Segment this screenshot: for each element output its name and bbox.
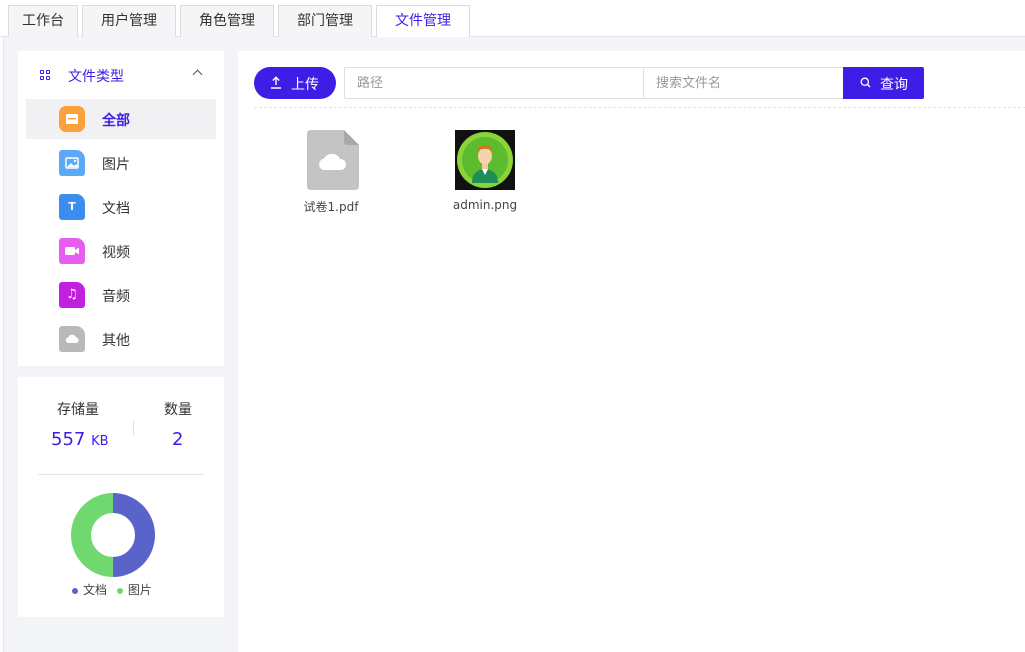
count-label: 数量 — [164, 402, 192, 418]
cloud-file-icon — [307, 130, 359, 190]
type-label-audio: 音频 — [102, 289, 130, 305]
legend-label-document: 文档 — [83, 583, 108, 597]
legend-item-document[interactable]: 文档 — [72, 583, 107, 597]
file-item-png[interactable]: admin.png — [430, 130, 530, 220]
folder-icon — [59, 106, 85, 132]
legend-item-image[interactable]: 图片 — [116, 583, 152, 597]
type-label-document: 文档 — [102, 201, 130, 217]
storage-label: 存储量 — [57, 402, 99, 418]
storage-value-group: 557 KB — [51, 429, 109, 450]
grid-icon — [40, 70, 51, 81]
file-name: 试卷1.pdf — [303, 200, 359, 214]
path-input[interactable] — [344, 67, 644, 99]
chart-legend: 文档 图片 — [72, 581, 158, 598]
tab-file-management[interactable]: 文件管理 — [376, 5, 470, 38]
count-value: 2 — [172, 429, 184, 450]
type-label-video: 视频 — [102, 245, 130, 261]
file-type-title: 文件类型 — [68, 69, 124, 85]
storage-unit: KB — [91, 434, 109, 449]
file-type-panel: 文件类型 全部 图片 T 文档 视频 ♫ 音频 其他 — [18, 51, 224, 366]
audio-file-icon: ♫ — [59, 282, 85, 308]
cloud-file-icon — [59, 326, 85, 352]
file-name: admin.png — [452, 198, 518, 212]
file-item-pdf[interactable]: 试卷1.pdf — [276, 130, 376, 220]
type-item-video[interactable]: 视频 — [26, 231, 216, 271]
type-label-image: 图片 — [102, 157, 130, 173]
file-type-header[interactable]: 文件类型 — [18, 51, 224, 99]
upload-label: 上传 — [291, 76, 319, 92]
stat-divider — [133, 421, 134, 435]
text-file-icon: T — [59, 194, 85, 220]
avatar-thumbnail — [455, 130, 515, 190]
upload-icon — [271, 76, 281, 89]
image-file-icon — [59, 150, 85, 176]
legend-dot-image — [116, 587, 123, 594]
file-type-donut-chart — [71, 493, 155, 577]
type-item-all[interactable]: 全部 — [26, 99, 216, 139]
type-item-document[interactable]: T 文档 — [26, 187, 216, 227]
query-button[interactable]: 查询 — [843, 67, 924, 99]
query-label: 查询 — [880, 76, 908, 92]
tab-role-management[interactable]: 角色管理 — [180, 5, 274, 37]
upload-button[interactable]: 上传 — [254, 67, 336, 99]
main-area: 文件类型 全部 图片 T 文档 视频 ♫ 音频 其他 存储量 数量 557 KB… — [3, 37, 1025, 652]
chevron-up-icon[interactable] — [192, 69, 203, 80]
file-content-panel: 上传 查询 试卷1.pdf — [238, 51, 1025, 652]
stats-separator — [38, 474, 204, 475]
tab-user-management[interactable]: 用户管理 — [82, 5, 176, 37]
type-item-image[interactable]: 图片 — [26, 143, 216, 183]
tab-department-management[interactable]: 部门管理 — [278, 5, 372, 37]
file-search-input[interactable] — [643, 67, 843, 99]
type-label-other: 其他 — [102, 333, 130, 349]
tab-dashboard[interactable]: 工作台 — [8, 5, 78, 37]
storage-stats-panel: 存储量 数量 557 KB 2 文档 图片 — [18, 377, 224, 617]
storage-value: 557 — [51, 429, 86, 450]
legend-dot-document — [72, 587, 78, 594]
type-item-audio[interactable]: ♫ 音频 — [26, 275, 216, 315]
tab-bar: 工作台 用户管理 角色管理 部门管理 文件管理 — [0, 0, 1025, 38]
search-icon — [860, 77, 871, 88]
video-file-icon — [59, 238, 85, 264]
type-item-other[interactable]: 其他 — [26, 319, 216, 359]
legend-label-image: 图片 — [127, 583, 152, 597]
type-label-all: 全部 — [102, 113, 130, 129]
toolbar-divider — [254, 107, 1025, 108]
